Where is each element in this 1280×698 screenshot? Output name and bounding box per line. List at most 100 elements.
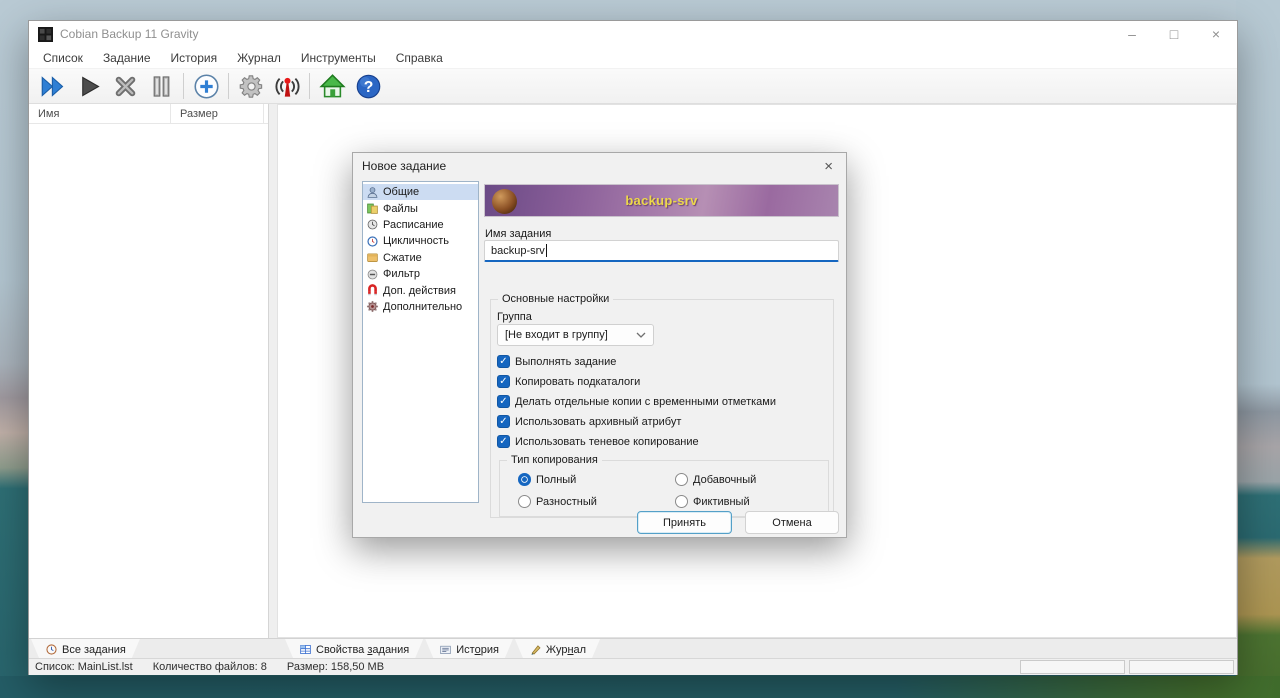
tab-all-tasks[interactable]: Все задания <box>31 639 140 658</box>
menu-log[interactable]: Журнал <box>227 48 291 68</box>
status-panel-empty <box>1129 660 1234 674</box>
gear-icon <box>239 74 262 98</box>
menu-tools[interactable]: Инструменты <box>291 48 386 68</box>
dialog-buttons: Принять Отмена <box>353 511 839 535</box>
section-item-general[interactable]: Общие <box>363 184 478 201</box>
tab-label: Все задания <box>62 643 126 656</box>
checkbox-copy-subdirectories[interactable]: Копировать подкаталоги <box>497 375 640 388</box>
menu-help[interactable]: Справка <box>386 48 453 68</box>
recurrence-icon <box>367 236 378 247</box>
question-icon: ? <box>356 74 380 98</box>
section-item-extra-actions[interactable]: Доп. действия <box>363 282 478 298</box>
window-title: Cobian Backup 11 Gravity <box>60 27 199 41</box>
grid-icon <box>299 643 312 656</box>
checkbox-checked-icon <box>497 395 510 408</box>
menu-task[interactable]: Задание <box>93 48 161 68</box>
section-item-compression[interactable]: Сжатие <box>363 250 478 266</box>
new-task-dialog: Новое задание × Общие Файлы Расписание Ц… <box>352 152 847 538</box>
svg-text:?: ? <box>363 79 373 96</box>
checkbox-archive-attribute[interactable]: Использовать архивный атрибут <box>497 415 681 428</box>
section-item-advanced[interactable]: Дополнительно <box>363 299 478 315</box>
copy-type-legend: Тип копирования <box>507 454 602 466</box>
filter-minus-icon <box>367 269 378 280</box>
group-select[interactable]: [Не входит в группу] <box>497 324 654 346</box>
double-play-icon <box>41 75 63 97</box>
toolbar-separator <box>309 73 310 99</box>
task-name-input[interactable]: backup-srv <box>484 240 839 262</box>
radio-differential[interactable]: Разностный <box>518 495 675 508</box>
checkbox-run-task[interactable]: Выполнять задание <box>497 355 616 368</box>
toolbar-separator <box>183 73 184 99</box>
new-task-button[interactable] <box>188 71 224 101</box>
menu-bar: Список Задание История Журнал Инструмент… <box>29 47 1237 69</box>
task-banner: backup-srv <box>484 184 839 217</box>
status-panel-empty <box>1020 660 1125 674</box>
dialog-title: Новое задание <box>362 159 447 173</box>
status-bar: Список: MainList.lst Количество файлов: … <box>29 658 1237 675</box>
cancel-button[interactable]: Отмена <box>745 511 839 534</box>
play-icon <box>81 76 100 96</box>
task-name-label: Имя задания <box>485 228 552 240</box>
checkbox-shadow-copy[interactable]: Использовать теневое копирование <box>497 435 699 448</box>
pause-icon <box>153 75 169 97</box>
group-label: Группа <box>497 311 532 323</box>
chevron-down-icon <box>636 332 646 338</box>
section-item-filter[interactable]: Фильтр <box>363 266 478 282</box>
radio-icon <box>675 473 688 486</box>
tab-label: Журнал <box>545 643 587 656</box>
tab-history[interactable]: История <box>425 639 513 658</box>
cross-icon <box>115 76 135 96</box>
checkbox-checked-icon <box>497 375 510 388</box>
radio-icon <box>518 495 531 508</box>
dialog-close-button[interactable]: × <box>820 158 837 175</box>
tab-task-properties[interactable]: Свойства задания <box>285 639 423 658</box>
desktop-wallpaper: Cobian Backup 11 Gravity – □ × Список За… <box>0 0 1280 698</box>
settings-button[interactable] <box>233 71 269 101</box>
wallpaper-shore <box>0 676 1280 698</box>
run-task-button[interactable] <box>71 71 107 101</box>
section-item-recurrence[interactable]: Цикличность <box>363 233 478 249</box>
tab-label: История <box>456 643 499 656</box>
toolbar: ? <box>29 69 1237 104</box>
schedule-clock-icon <box>367 220 378 230</box>
radio-incremental[interactable]: Добавочный <box>675 473 818 486</box>
run-all-tasks-button[interactable] <box>35 71 71 101</box>
antenna-icon <box>275 77 299 97</box>
radio-full[interactable]: Полный <box>518 473 675 486</box>
checkbox-checked-icon <box>497 415 510 428</box>
column-header-size[interactable]: Размер <box>171 104 264 123</box>
section-item-files[interactable]: Файлы <box>363 200 478 216</box>
sphere-icon <box>492 189 517 214</box>
close-button[interactable]: × <box>1195 21 1237 47</box>
toolbar-separator <box>228 73 229 99</box>
tab-label: Свойства задания <box>316 643 410 656</box>
banner-task-name: backup-srv <box>625 193 698 208</box>
pause-button[interactable] <box>143 71 179 101</box>
status-list-name: Список: MainList.lst <box>35 661 133 673</box>
files-icon <box>367 203 378 214</box>
menu-list[interactable]: Список <box>33 48 93 68</box>
section-item-schedule[interactable]: Расписание <box>363 217 478 233</box>
maximize-button[interactable]: □ <box>1153 21 1195 47</box>
task-list-panel[interactable]: Имя Размер <box>29 104 269 638</box>
column-header-name[interactable]: Имя <box>29 104 171 123</box>
checkbox-timestamped-copies[interactable]: Делать отдельные копии с временными отме… <box>497 395 776 408</box>
dialog-title-bar: Новое задание × <box>353 153 846 179</box>
dialog-section-list[interactable]: Общие Файлы Расписание Цикличность Сжати… <box>362 181 479 503</box>
help-button[interactable]: ? <box>350 71 386 101</box>
title-bar: Cobian Backup 11 Gravity – □ × <box>29 21 1237 47</box>
home-icon <box>318 73 346 97</box>
bottom-tab-row: Все задания Свойства задания История Жур… <box>29 638 1237 658</box>
status-file-count: Количество файлов: 8 <box>152 661 267 673</box>
tab-log[interactable]: Журнал <box>515 639 600 658</box>
pen-icon <box>529 643 542 656</box>
checkbox-checked-icon <box>497 355 510 368</box>
minimize-button[interactable]: – <box>1111 21 1153 47</box>
home-button[interactable] <box>314 71 350 101</box>
remote-control-button[interactable] <box>269 71 305 101</box>
accept-button[interactable]: Принять <box>637 511 732 534</box>
group-select-value: [Не входит в группу] <box>505 329 608 341</box>
menu-history[interactable]: История <box>161 48 228 68</box>
abort-button[interactable] <box>107 71 143 101</box>
radio-dummy[interactable]: Фиктивный <box>675 495 818 508</box>
